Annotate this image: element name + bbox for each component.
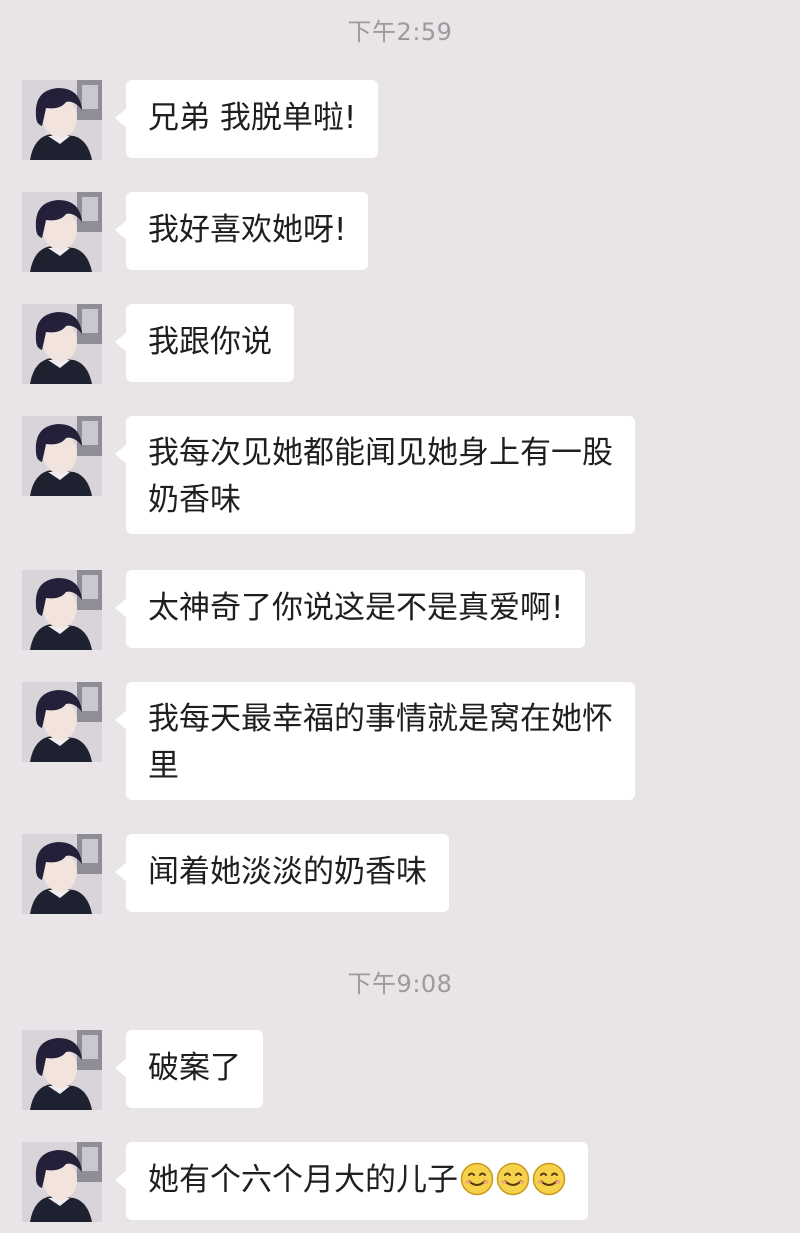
message-text: 里 [148, 748, 179, 784]
message-bubble[interactable]: 我跟你说 [115, 304, 294, 382]
avatar[interactable] [22, 304, 102, 384]
avatar-image [22, 682, 102, 762]
message-bubble[interactable]: 她有个六个月大的儿子 [115, 1142, 588, 1220]
timestamp: 下午2:59 [347, 18, 453, 46]
avatar[interactable] [22, 416, 102, 496]
avatar-image [22, 570, 102, 650]
avatar-image [22, 304, 102, 384]
message-text: 太神奇了你说这是不是真爱啊! [148, 590, 564, 626]
message-text: 兄弟 我脱单啦! [148, 100, 357, 136]
message-bubble[interactable]: 太神奇了你说这是不是真爱啊! [114, 570, 586, 648]
message-text: 闻着她淡淡的奶香味 [148, 854, 427, 890]
message-text: 她有个六个月大的儿子 [148, 1162, 458, 1198]
avatar-image [22, 416, 102, 496]
avatar-image [22, 1030, 102, 1110]
timestamp: 下午9:08 [347, 970, 453, 998]
avatar[interactable] [22, 682, 102, 762]
smile-emoji-icon [532, 1162, 566, 1196]
avatar[interactable] [22, 1030, 102, 1110]
avatar[interactable] [22, 570, 102, 650]
message-bubble[interactable]: 我每次见她都能闻见她身上有一股 奶香味 [115, 416, 635, 534]
message-text: 我每次见她都能闻见她身上有一股 [148, 435, 613, 471]
avatar[interactable] [22, 80, 102, 160]
avatar-image [22, 1142, 102, 1222]
message-text: 奶香味 [148, 482, 241, 518]
message-bubble[interactable]: 我每天最幸福的事情就是窝在她怀 里 [115, 682, 635, 800]
message-text: 我跟你说 [148, 324, 272, 360]
smile-emoji-icon [496, 1162, 530, 1196]
message-bubble[interactable]: 破案了 [115, 1030, 263, 1108]
avatar-image [22, 834, 102, 914]
avatar[interactable] [22, 192, 102, 272]
message-text: 我每天最幸福的事情就是窝在她怀 [148, 701, 613, 737]
message-bubble[interactable]: 闻着她淡淡的奶香味 [115, 834, 449, 912]
avatar-image [22, 192, 102, 272]
smile-emoji-icon [460, 1162, 494, 1196]
avatar[interactable] [22, 1142, 102, 1222]
message-text: 破案了 [148, 1050, 241, 1086]
message-bubble[interactable]: 兄弟 我脱单啦! [114, 80, 379, 158]
message-bubble[interactable]: 我好喜欢她呀! [114, 192, 369, 270]
avatar-image [22, 80, 102, 160]
chat-area: 下午2:59 兄弟 我脱单啦! 我好喜欢她呀! 我跟你说 我每次见她都能闻见她身… [0, 0, 800, 1233]
avatar[interactable] [22, 834, 102, 914]
message-text: 我好喜欢她呀! [148, 212, 347, 248]
